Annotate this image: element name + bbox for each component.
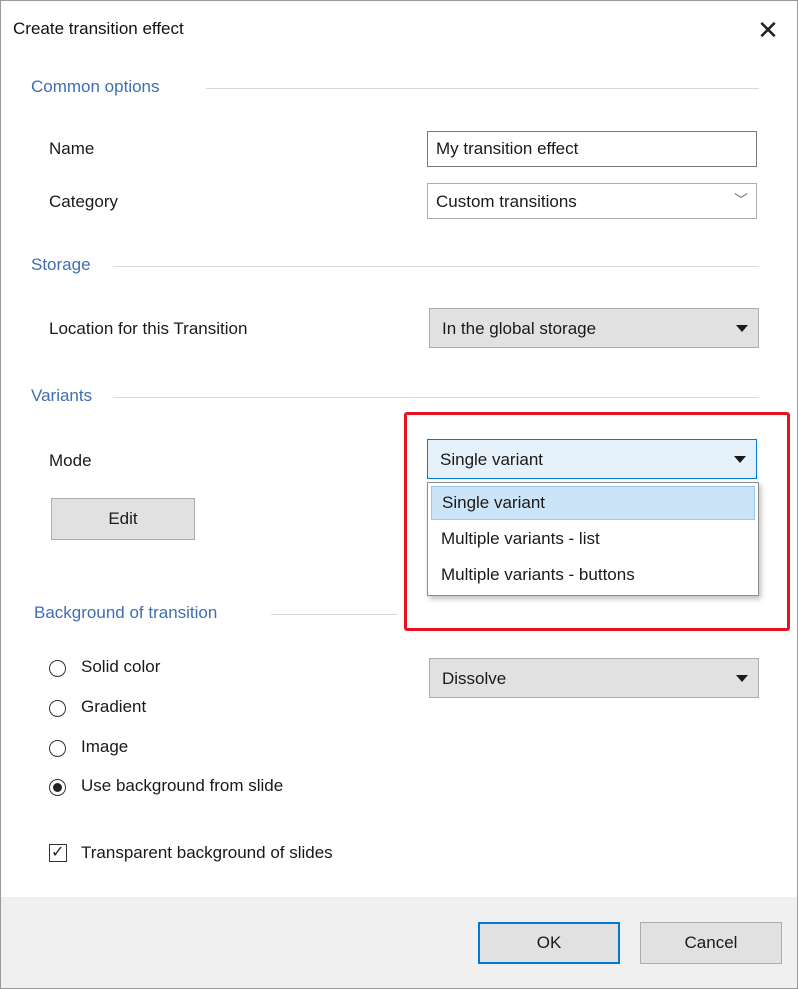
location-label: Location for this Transition	[49, 319, 248, 338]
category-value: Custom transitions	[436, 192, 577, 211]
transparent-label: Transparent background of slides	[81, 843, 333, 862]
cancel-button[interactable]: Cancel	[640, 922, 782, 964]
radio-button[interactable]	[49, 700, 66, 717]
dialog-window: Create transition effect ✕ Common option…	[0, 0, 798, 989]
checkmark-icon: ✓	[51, 844, 65, 861]
edit-button[interactable]: Edit	[51, 498, 195, 540]
radio-button[interactable]	[49, 740, 66, 757]
category-label: Category	[49, 192, 118, 211]
section-common-options: Common options	[31, 77, 160, 96]
mode-label: Mode	[49, 451, 92, 470]
dialog-footer: OK Cancel	[1, 897, 797, 988]
name-label: Name	[49, 139, 95, 158]
section-storage: Storage	[31, 255, 91, 274]
dropdown-arrow-icon	[736, 675, 748, 682]
radio-label: Image	[81, 737, 129, 756]
name-input[interactable]	[427, 131, 757, 167]
section-divider	[113, 266, 759, 267]
location-value: In the global storage	[442, 319, 597, 338]
highlight-annotation	[404, 412, 790, 631]
radio-button[interactable]	[49, 660, 66, 677]
effect-dropdown[interactable]: Dissolve	[429, 658, 759, 698]
location-dropdown[interactable]: In the global storage	[429, 308, 759, 348]
radio-button-checked[interactable]	[49, 779, 66, 796]
radio-label: Solid color	[81, 657, 161, 676]
transparent-checkbox[interactable]: ✓	[49, 844, 67, 862]
radio-label: Gradient	[81, 697, 147, 716]
radio-label: Use background from slide	[81, 776, 284, 795]
dialog-title: Create transition effect	[13, 19, 184, 38]
section-divider	[271, 614, 397, 615]
close-icon[interactable]: ✕	[751, 13, 785, 47]
section-divider	[206, 88, 759, 89]
section-background: Background of transition	[34, 603, 218, 622]
effect-value: Dissolve	[442, 669, 507, 688]
section-divider	[113, 397, 759, 398]
title-bar[interactable]: Create transition effect ✕	[1, 1, 797, 61]
chevron-down-icon: ﹀	[734, 192, 748, 208]
dropdown-arrow-icon	[736, 325, 748, 332]
ok-button[interactable]: OK	[478, 922, 620, 964]
section-variants: Variants	[31, 386, 93, 405]
category-combo[interactable]: Custom transitions ﹀	[427, 183, 757, 219]
